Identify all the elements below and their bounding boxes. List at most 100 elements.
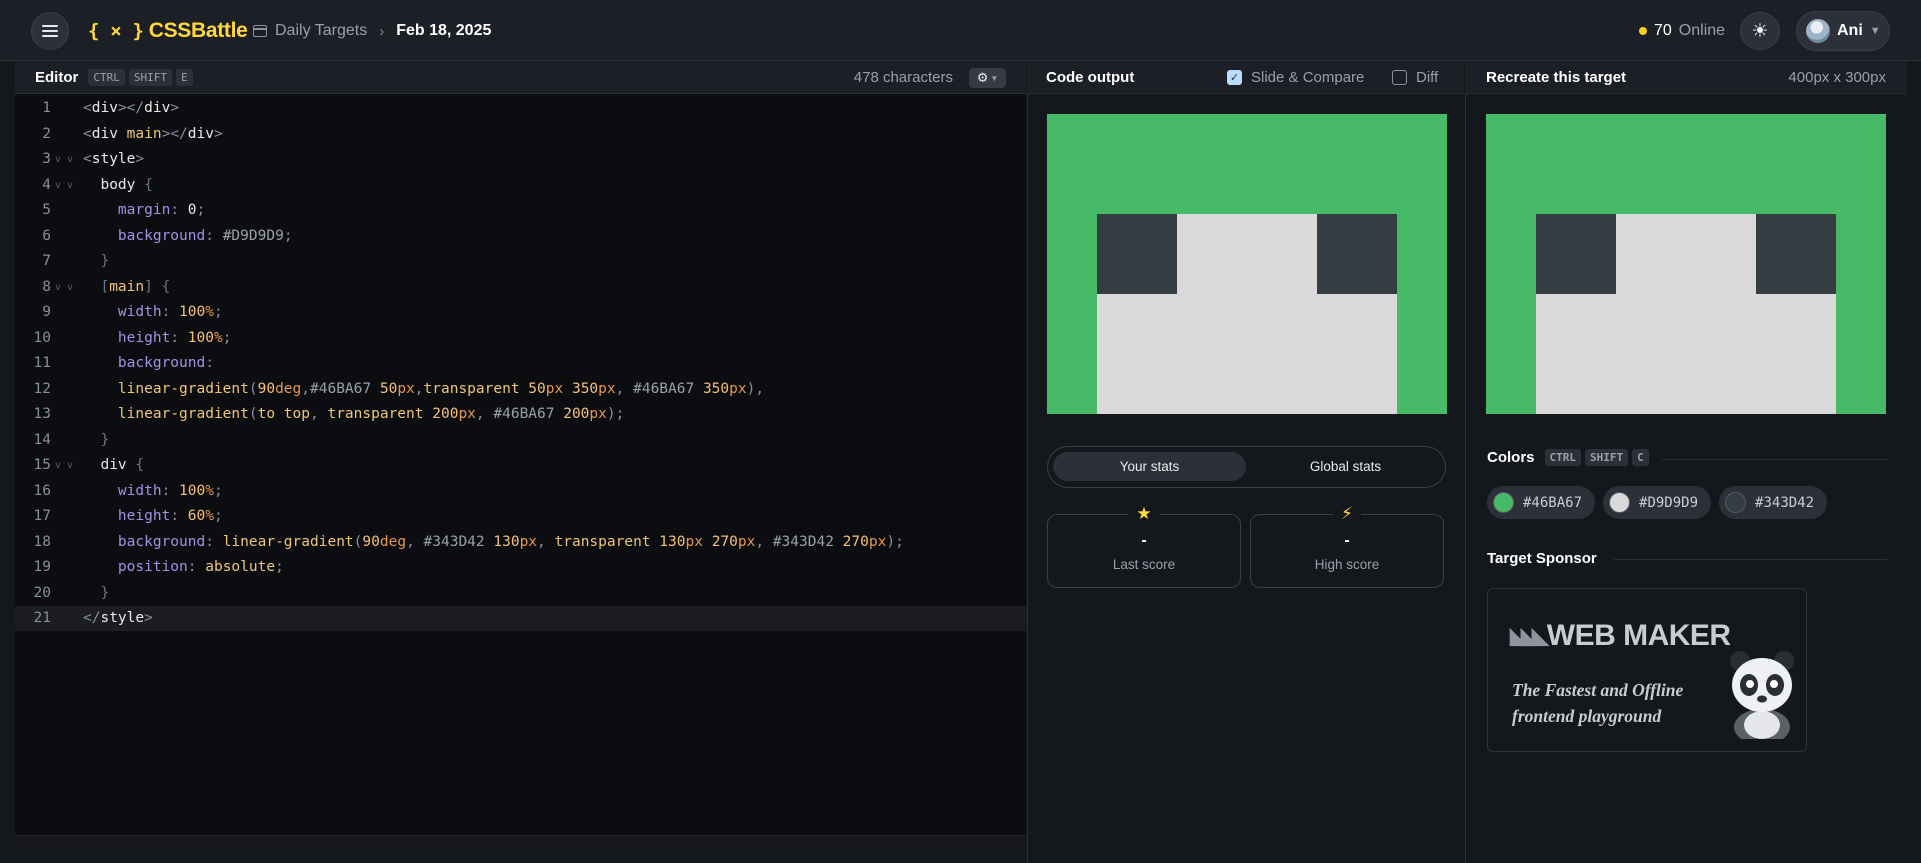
sponsor-banner[interactable]: ◣◣◣ WEB MAKER The Fastest and Offline fr… [1487,588,1807,752]
menu-icon [42,25,58,37]
line-number: 20 [33,584,51,601]
line-number: 18 [33,533,51,550]
last-score-label: Last score [1112,557,1176,572]
code-text: div { [83,457,145,473]
calendar-icon [253,25,267,37]
top-bar: { × } CSSBattle Daily Targets › Feb 18, … [0,0,1921,61]
online-label: Online [1678,22,1726,39]
line-number: 19 [33,559,51,575]
last-score-card: ★ - Last score [1047,504,1241,588]
target-dark-square-right [1756,214,1836,294]
sun-icon: ☀ [1751,20,1769,42]
diff-toggle[interactable]: Diff [1392,69,1438,86]
code-line[interactable]: 2 <div main></div> [15,122,1026,147]
code-line[interactable]: 20 } [15,581,1026,606]
tab-your-stats[interactable]: Your stats [1053,452,1246,481]
diff-label: Diff [1416,68,1439,86]
shortcut-key: C [1632,449,1649,466]
app-logo[interactable]: { × } CSSBattle [88,18,248,44]
code-line[interactable]: 9 width: 100%; [15,300,1026,325]
code-line[interactable]: 16 width: 100%; [15,479,1026,504]
colors-heading: Colors CTRL SHIFT C [1487,449,1649,466]
shortcut-key: SHIFT [1585,449,1629,466]
breadcrumb: Daily Targets › Feb 18, 2025 [253,19,491,43]
code-line[interactable]: 11 background: [15,351,1026,376]
line-number: 2 [42,125,51,142]
code-text: <div></div> [83,100,180,116]
line-number: 15 [33,457,51,473]
color-swatch[interactable]: #343D42 [1719,486,1828,519]
menu-button[interactable] [31,12,69,50]
code-line[interactable]: 13 linear-gradient(to top, transparent 2… [15,402,1026,427]
code-line[interactable]: 3v v <style> [15,147,1026,172]
online-indicator: 70 Online [1639,20,1725,42]
target-image[interactable] [1486,114,1886,414]
code-line[interactable]: 17 height: 60%; [15,504,1026,529]
line-number: 21 [33,610,51,626]
line-number: 13 [33,406,51,422]
line-number: 12 [33,380,51,397]
color-swatch[interactable]: #46BA67 [1487,486,1596,519]
code-line[interactable]: 21 </style> [15,606,1026,631]
code-text: } [100,431,110,448]
color-swatches: #46BA67 #D9D9D9 #343D42 [1487,486,1828,519]
target-size: 400px x 300px [1788,68,1886,86]
horizontal-scrollbar[interactable] [15,835,1026,849]
line-number: 1 [42,100,51,116]
sponsor-tagline: The Fastest and Offline frontend playgro… [1512,677,1742,729]
breadcrumb-daily-targets[interactable]: Daily Targets [275,22,367,40]
code-editor[interactable]: 1 <div></div> 2 <div main></div> 3 v v <style>… [15,94,1026,849]
code-line[interactable]: 10 height: 100%; [15,326,1026,351]
sponsor-logo-text: WEB MAKER [1546,619,1731,652]
line-number: 8 [42,278,51,295]
line-number: 10 [33,329,51,346]
color-hex: #343D42 [1755,494,1815,511]
code-text: <style> [83,151,145,167]
code-text: margin: 0; [117,202,206,218]
code-line[interactable]: 5 margin: 0; [15,198,1026,223]
output-preview[interactable] [1047,114,1447,414]
user-menu-button[interactable]: Ani ▼ [1796,11,1890,51]
divider [1614,559,1887,560]
code-line[interactable]: 19 position: absolute; [15,555,1026,580]
line-number: 5 [42,202,51,218]
line-number: 6 [42,227,51,244]
code-text: width: 100%; [117,482,223,499]
fold-chevron-icon[interactable]: v v [55,147,77,172]
tab-global-stats[interactable]: Global stats [1249,452,1442,481]
online-count: 70 [1654,22,1672,39]
shortcut-key: CTRL [88,68,125,86]
shortcut-key: CTRL [1544,449,1582,466]
code-line[interactable]: 1 <div></div> [15,96,1026,121]
code-line[interactable]: 7 } [15,249,1026,274]
code-text: position: absolute; [117,559,284,575]
chevron-right-icon: › [379,22,385,40]
color-swatch[interactable]: #D9D9D9 [1603,486,1712,519]
fold-chevron-icon[interactable]: v v [55,453,77,478]
code-line[interactable]: 12 linear-gradient(90deg,#46BA67 50px,tr… [15,377,1026,402]
slide-compare-toggle[interactable]: ✓ Slide & Compare [1227,69,1364,86]
code-line[interactable]: 15 v v div { [15,453,1026,478]
slide-compare-checkbox[interactable]: ✓ [1227,69,1242,85]
breadcrumb-current-date: Feb 18, 2025 [396,22,492,39]
code-text: [main] { [100,278,171,295]
code-line[interactable]: 14 } [15,428,1026,453]
panda-mascot-icon [1730,651,1794,739]
code-line[interactable]: 18 background: linear-gradient(90deg, #3… [15,530,1026,555]
code-line[interactable]: 6 background: #D9D9D9; [15,224,1026,249]
diff-checkbox[interactable] [1392,69,1407,85]
last-score-value: - [1141,532,1147,549]
fold-chevron-icon[interactable]: v v [55,173,77,198]
theme-toggle-button[interactable]: ☀ [1740,12,1780,50]
sponsor-tagline-line: The Fastest and Offline [1512,680,1684,700]
preview-dark-square-right [1317,214,1397,294]
editor-title: Editor [35,68,79,86]
line-number: 16 [33,482,51,499]
code-line[interactable]: 4v v body { [15,173,1026,198]
code-line[interactable]: 8v v [main] { [15,275,1026,300]
fold-chevron-icon[interactable]: v v [55,275,77,300]
editor-settings-button[interactable]: ⚙ ▼ [969,68,1006,88]
code-text: <div main></div> [83,125,223,142]
target-header: Recreate this target 400px x 300px [1465,61,1906,94]
code-text: } [100,584,110,601]
